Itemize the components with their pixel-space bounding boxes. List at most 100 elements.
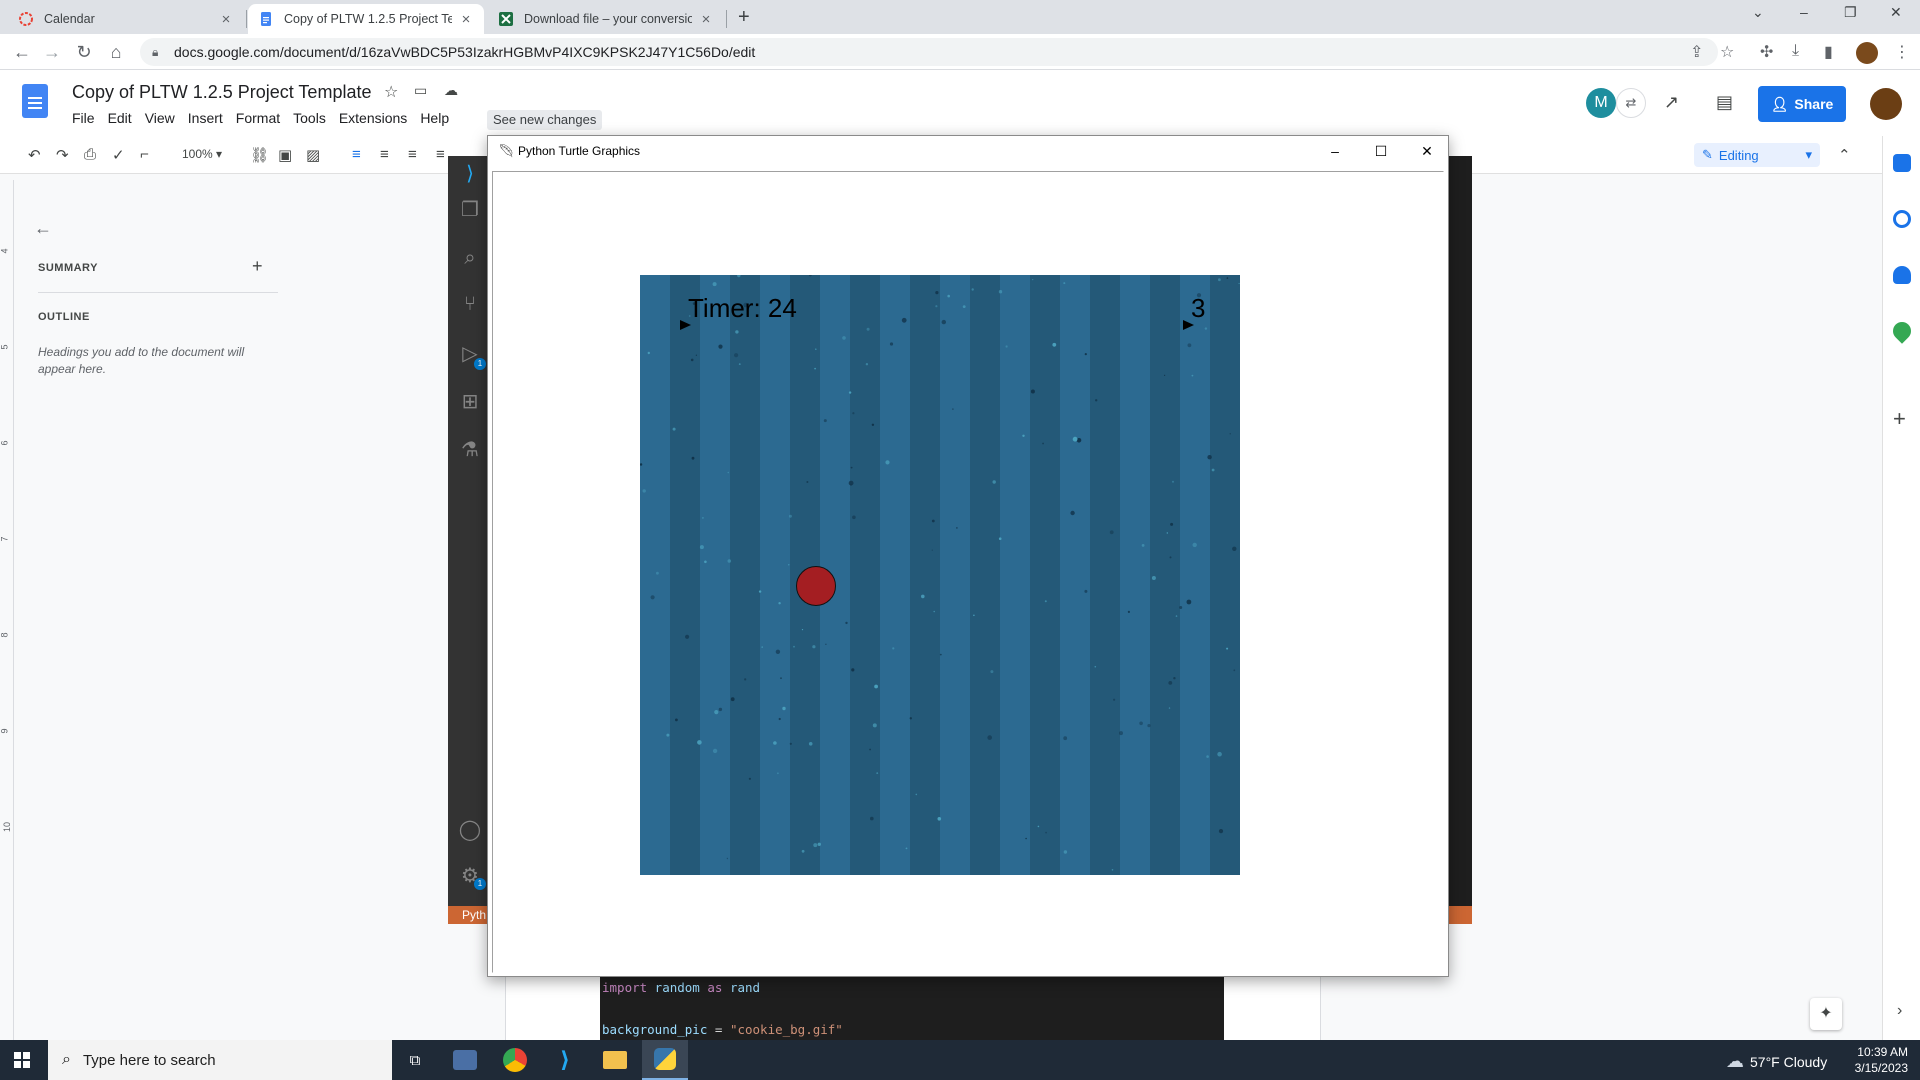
redo-icon[interactable]: ↷ — [56, 146, 69, 164]
turtle-window-titlebar[interactable]: 🪶︎ Python Turtle Graphics – ☐ ✕ — [488, 136, 1448, 166]
bookmark-star-icon[interactable]: ☆ — [1720, 42, 1734, 62]
speckle — [656, 571, 659, 575]
cookie-target-circle[interactable] — [796, 566, 836, 606]
tab-download-file[interactable]: Download file – your conversion × — [488, 4, 724, 34]
home-icon[interactable]: ⌂ — [104, 40, 128, 64]
run-badge: 1 — [474, 358, 486, 370]
close-outline-arrow-icon[interactable]: ← — [34, 218, 52, 239]
tab-close-icon[interactable]: × — [698, 11, 714, 28]
weather-widget[interactable]: ☁ 57°F Cloudy — [1726, 1051, 1827, 1072]
contacts-app-icon[interactable] — [1893, 266, 1911, 284]
cloud-saved-icon[interactable]: ☁ — [444, 82, 458, 99]
task-view-icon[interactable]: ⧉ — [392, 1040, 438, 1080]
editing-mode-select[interactable]: ✎ Editing ▾ — [1694, 143, 1820, 167]
align-center-icon[interactable]: ≡ — [380, 146, 389, 163]
zoom-select[interactable]: 100% ▾ — [182, 147, 222, 161]
menu-tools[interactable]: Tools — [293, 110, 326, 126]
menu-view[interactable]: View — [145, 110, 175, 126]
collaborator-avatar[interactable]: M — [1586, 88, 1616, 118]
windows-start-icon[interactable] — [14, 1052, 30, 1068]
turtle-canvas[interactable]: Timer: 24 3 — [492, 171, 1444, 973]
document-title[interactable]: Copy of PLTW 1.2.5 Project Template — [72, 82, 371, 103]
outlook-app-icon[interactable] — [442, 1040, 488, 1080]
tab-calendar[interactable]: Calendar × — [8, 4, 244, 34]
docs-logo-icon[interactable] — [22, 84, 48, 118]
chrome-profile-avatar[interactable] — [1856, 42, 1878, 64]
expand-panel-chevron-icon[interactable]: › — [1897, 1002, 1902, 1020]
explorer-files-icon[interactable]: ❐ — [458, 198, 482, 222]
tasks-app-icon[interactable] — [1893, 210, 1911, 228]
vscode-app-icon[interactable]: ⟩ — [542, 1040, 588, 1080]
chrome-app-icon[interactable] — [492, 1040, 538, 1080]
taskbar-clock[interactable]: 10:39 AM 3/15/2023 — [1848, 1044, 1908, 1076]
get-addons-plus-icon[interactable]: + — [1893, 406, 1906, 432]
speckle — [808, 742, 813, 746]
activity-trend-icon[interactable]: ↗ — [1664, 92, 1679, 113]
undo-icon[interactable]: ↶ — [28, 146, 41, 164]
spellcheck-icon[interactable]: ✓ — [112, 146, 125, 164]
turtle-minimize-button[interactable]: – — [1320, 140, 1350, 162]
menu-help[interactable]: Help — [420, 110, 449, 126]
reload-icon[interactable]: ↻ — [72, 40, 96, 64]
forward-arrow-icon[interactable]: → — [40, 40, 64, 64]
menu-extensions[interactable]: Extensions — [339, 110, 407, 126]
side-panel-icon[interactable]: ▮ — [1824, 42, 1833, 62]
speckle — [909, 717, 912, 720]
address-bar[interactable]: 🔒︎ docs.google.com/document/d/16zaVwBDC5… — [140, 38, 1718, 66]
paint-format-icon[interactable]: ⌐ — [140, 146, 149, 163]
star-icon[interactable]: ☆ — [384, 82, 398, 102]
window-close-button[interactable]: ✕ — [1890, 4, 1902, 21]
code-block[interactable]: import random as rand background_pic = "… — [600, 974, 1224, 1040]
link-icon[interactable]: ⛓ — [250, 146, 269, 164]
taskbar-search-box[interactable]: ⌕ Type here to search — [48, 1040, 392, 1080]
window-restore-button[interactable]: ❐ — [1844, 4, 1857, 21]
align-left-icon[interactable]: ≡ — [352, 146, 361, 163]
account-avatar[interactable] — [1870, 88, 1902, 120]
move-folder-icon[interactable]: ▭ — [414, 82, 427, 99]
explore-sparkle-icon[interactable]: ✦ — [1810, 998, 1842, 1030]
add-comment-icon[interactable]: ▣ — [278, 146, 292, 164]
calendar-app-icon[interactable] — [1893, 154, 1911, 172]
menu-file[interactable]: File — [72, 110, 95, 126]
accounts-icon[interactable]: ◯ — [458, 818, 482, 842]
extensions-icon[interactable]: ⊞ — [458, 390, 482, 414]
menu-edit[interactable]: Edit — [108, 110, 132, 126]
align-right-icon[interactable]: ≡ — [408, 146, 417, 163]
comments-icon[interactable]: ▤ — [1716, 92, 1733, 113]
back-arrow-icon[interactable]: ← — [10, 40, 34, 64]
turtle-close-button[interactable]: ✕ — [1412, 140, 1442, 162]
window-minimize-button[interactable]: – — [1800, 4, 1808, 20]
turtle-maximize-button[interactable]: ☐ — [1366, 140, 1396, 162]
docs-menubar: File Edit View Insert Format Tools Exten… — [72, 110, 449, 126]
insert-image-icon[interactable]: ▨ — [306, 146, 320, 164]
maps-app-icon[interactable] — [1889, 318, 1915, 344]
tab-close-icon[interactable]: × — [458, 11, 474, 28]
hide-menus-chevron-icon[interactable]: ⌃ — [1838, 146, 1851, 164]
chrome-menu-icon[interactable]: ⋮ — [1894, 42, 1910, 62]
testing-flask-icon[interactable]: ⚗ — [458, 438, 482, 462]
share-page-icon[interactable]: ⇪ — [1690, 42, 1703, 62]
ruler-number: 6 — [0, 440, 10, 446]
search-icon[interactable]: ⌕ — [458, 246, 482, 270]
python-app-icon[interactable] — [642, 1040, 688, 1080]
tab-google-doc[interactable]: Copy of PLTW 1.2.5 Project Temp × — [248, 4, 484, 34]
tab-search-chevron-icon[interactable]: ⌄ — [1752, 4, 1764, 21]
menu-insert[interactable]: Insert — [188, 110, 223, 126]
source-control-icon[interactable]: ⑂ — [458, 292, 482, 316]
file-explorer-app-icon[interactable] — [592, 1040, 638, 1080]
new-tab-button[interactable]: + — [738, 6, 750, 29]
speckle — [1179, 606, 1183, 609]
speckle — [962, 305, 966, 308]
justify-icon[interactable]: ≡ — [436, 146, 445, 163]
speckle — [1172, 480, 1174, 483]
add-summary-button[interactable]: + — [252, 256, 263, 277]
tab-close-icon[interactable]: × — [218, 11, 234, 28]
see-new-changes-link[interactable]: See new changes — [487, 110, 603, 130]
share-button[interactable]: 👤︎ Share — [1758, 86, 1846, 122]
menu-format[interactable]: Format — [236, 110, 280, 126]
speckle — [852, 412, 855, 415]
meet-present-icon[interactable]: ⇄ — [1616, 88, 1646, 118]
print-icon[interactable]: ⎙ — [84, 146, 96, 163]
download-icon[interactable]: ⤓ — [1792, 42, 1799, 60]
extensions-puzzle-icon[interactable]: ✣ — [1760, 42, 1773, 62]
